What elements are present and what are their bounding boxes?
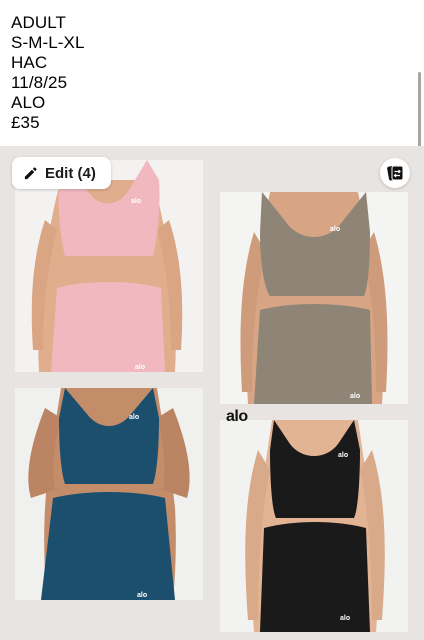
caption-line-2: S-M-L-XL — [11, 33, 85, 52]
pencil-icon — [24, 166, 37, 179]
caption-line-4: 11/8/25 — [11, 73, 68, 92]
model-taupe-illustration: alo alo — [220, 192, 408, 404]
svg-text:alo: alo — [131, 198, 141, 205]
edit-button[interactable]: Edit (4) — [12, 157, 111, 189]
model-pink-illustration: alo alo — [15, 160, 203, 372]
photo-pink-set[interactable]: alo alo — [15, 160, 203, 372]
photo-taupe-set[interactable]: alo alo — [220, 192, 408, 404]
edit-button-label: Edit (4) — [45, 164, 96, 182]
photo-teal-set[interactable]: alo alo — [15, 388, 203, 600]
listing-caption: ADULT S-M-L-XL HAC 11/8/25 ALO £35 — [11, 13, 85, 133]
svg-text:alo: alo — [330, 226, 340, 233]
caption-line-5: ALO — [11, 93, 46, 112]
swap-layout-button[interactable] — [380, 158, 410, 188]
photo-black-set[interactable]: alo alo — [220, 420, 408, 632]
swap-cards-icon — [387, 165, 404, 181]
svg-text:alo: alo — [338, 452, 348, 459]
stray-brand-text: alo — [226, 408, 248, 425]
photo-collage: alo alo alo alo alo alo alo alo alo — [0, 146, 424, 640]
svg-text:alo: alo — [135, 364, 145, 371]
caption-line-6: £35 — [11, 113, 40, 132]
svg-text:alo: alo — [137, 592, 147, 599]
caption-line-1: ADULT — [11, 13, 66, 32]
svg-text:alo: alo — [350, 393, 360, 400]
svg-text:alo: alo — [129, 414, 139, 421]
caption-line-3: HAC — [11, 53, 48, 72]
svg-text:alo: alo — [340, 615, 350, 622]
model-black-illustration: alo alo — [220, 420, 408, 632]
model-teal-illustration: alo alo — [15, 388, 203, 600]
